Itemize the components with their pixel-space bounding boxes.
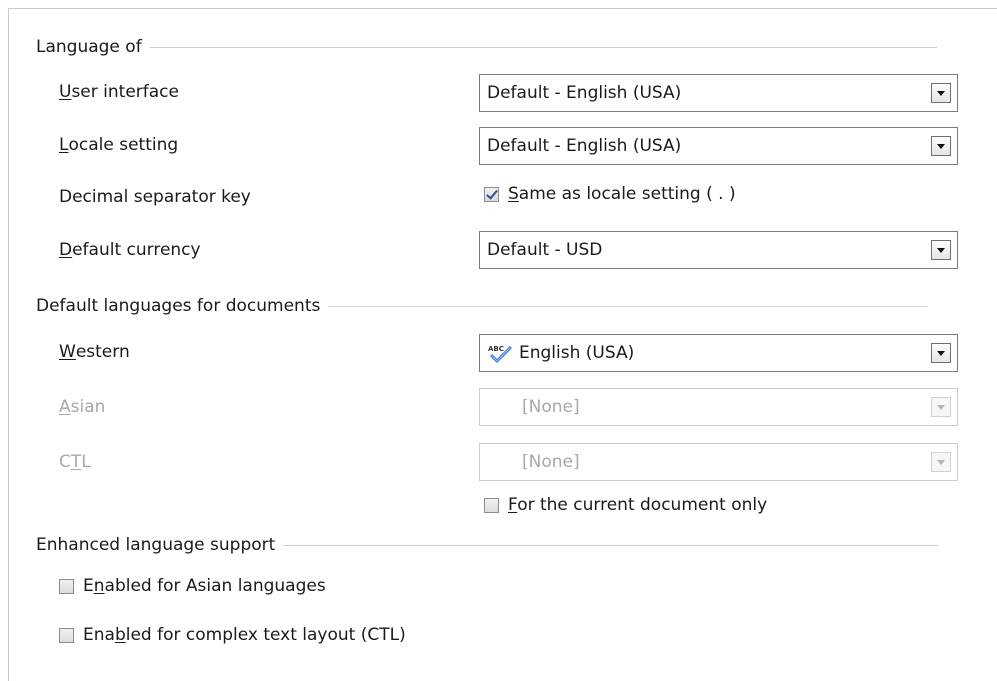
default-currency-label: Default currency (59, 240, 201, 260)
checkbox-label: For the current document only (508, 495, 768, 515)
chevron-down-icon (937, 248, 945, 253)
decimal-separator-label: Decimal separator key (59, 187, 251, 207)
locale-setting-label: Locale setting (59, 135, 179, 155)
locale-setting-dropdown[interactable]: Default - English (USA) (479, 127, 958, 165)
asian-label: Asian (59, 397, 106, 417)
asian-language-dropdown: [None] (479, 388, 958, 426)
dropdown-button[interactable] (931, 343, 951, 363)
dropdown-button[interactable] (931, 83, 951, 103)
dropdown-value: Default - English (USA) (487, 83, 682, 103)
checkbox-label: Enabled for complex text layout (CTL) (83, 625, 406, 645)
user-interface-label: User interface (59, 82, 179, 102)
section-divider (283, 544, 939, 546)
chevron-down-icon (937, 460, 945, 465)
checkbox-unchecked[interactable] (59, 578, 74, 594)
section-enhanced-language: Enhanced language support (36, 533, 939, 557)
dropdown-button[interactable] (931, 136, 951, 156)
checkbox-label: Same as locale setting ( . ) (508, 184, 736, 204)
section-default-languages: Default languages for documents (36, 294, 929, 318)
dropdown-value: [None] (522, 397, 580, 417)
spellcheck-abc-icon: ABC (487, 343, 513, 363)
dropdown-button (931, 452, 951, 472)
dropdown-value: [None] (522, 452, 580, 472)
dropdown-value: Default - USD (487, 240, 603, 260)
section-title: Default languages for documents (36, 296, 321, 316)
dropdown-button (931, 397, 951, 417)
default-currency-dropdown[interactable]: Default - USD (479, 231, 958, 269)
chevron-down-icon (937, 351, 945, 356)
user-interface-dropdown[interactable]: Default - English (USA) (479, 74, 958, 112)
checkbox-unchecked[interactable] (484, 497, 499, 513)
checkbox-checked[interactable] (484, 186, 499, 202)
enabled-ctl-checkbox[interactable]: Enabled for complex text layout (CTL) (59, 623, 406, 647)
current-document-only-checkbox[interactable]: For the current document only (484, 493, 767, 517)
section-title: Enhanced language support (36, 535, 276, 555)
dropdown-button[interactable] (931, 240, 951, 260)
enabled-asian-checkbox[interactable]: Enabled for Asian languages (59, 574, 326, 598)
checkbox-unchecked[interactable] (59, 627, 74, 643)
dropdown-value: ABC English (USA) (487, 343, 635, 363)
chevron-down-icon (937, 144, 945, 149)
checkbox-label: Enabled for Asian languages (83, 576, 326, 596)
western-language-dropdown[interactable]: ABC English (USA) (479, 334, 958, 372)
section-divider (149, 46, 937, 48)
section-divider (328, 305, 929, 307)
western-label: Western (59, 342, 130, 362)
same-as-locale-checkbox[interactable]: Same as locale setting ( . ) (484, 182, 736, 206)
svg-text:ABC: ABC (488, 345, 504, 353)
dropdown-value: Default - English (USA) (487, 136, 682, 156)
section-title: Language of (36, 37, 142, 57)
section-language-of: Language of (36, 35, 937, 59)
ctl-language-dropdown: [None] (479, 443, 958, 481)
chevron-down-icon (937, 405, 945, 410)
chevron-down-icon (937, 91, 945, 96)
ctl-label: CTL (59, 452, 91, 472)
